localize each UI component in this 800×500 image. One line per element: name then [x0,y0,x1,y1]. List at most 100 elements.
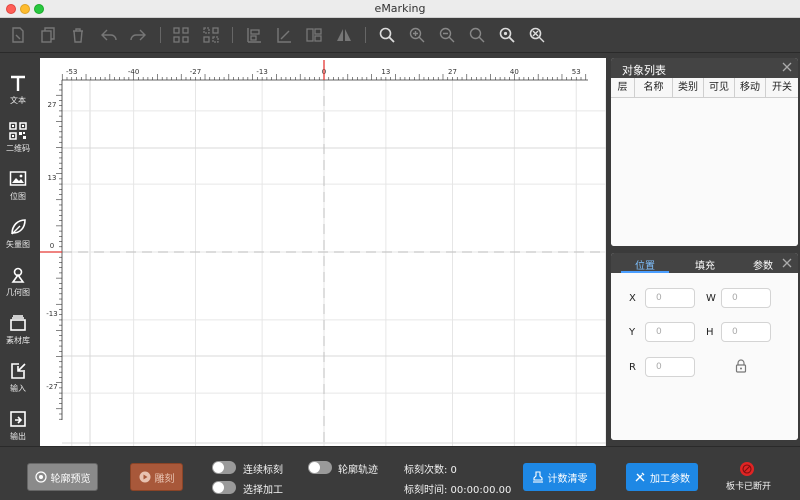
window-title: eMarking [374,2,426,15]
y-field[interactable]: 0 [645,322,695,342]
close-icon[interactable] [781,257,793,269]
group-icon[interactable] [170,24,192,46]
column-header: 名称 [635,78,673,97]
align-icon[interactable] [243,24,265,46]
w-label: W [706,293,716,304]
object-table-header: 层 名称 类别 可见 移动 开关 [611,78,798,98]
title-bar: eMarking [0,0,800,18]
column-header: 可见 [704,78,735,97]
ruler-label: 40 [510,68,519,76]
properties-panel: 位置 填充 参数 X 0 W 0 Y 0 H 0 R 0 [611,253,798,440]
vector-icon [11,219,26,235]
ruler-label: -13 [256,68,267,76]
play-icon [139,471,150,483]
sidebar-item-label: 位图 [10,192,26,201]
ruler-label: 27 [448,68,457,76]
sidebar-item-label: 输入 [10,384,26,393]
engrave-button[interactable]: 雕刻 [130,463,183,491]
process-params-label: 加工参数 [650,473,690,485]
object-list-header: 对象列表 [611,58,798,78]
sidebar-item-label: 文本 [10,96,26,105]
board-status: 板卡已断开 [726,462,771,492]
column-header: 层 [611,78,635,97]
sidebar-item-geometry[interactable]: 几何图 [0,260,36,304]
canvas-ruler-grid: -53-40-27-1301327405327130-13-27 [40,58,606,446]
object-table: 层 名称 类别 可见 移动 开关 [611,78,798,246]
outline-track-toggle[interactable] [308,461,332,474]
sidebar-item-label: 二维码 [6,144,30,153]
h-field[interactable]: 0 [721,322,771,342]
distribute-icon[interactable] [273,24,295,46]
tab-fill[interactable]: 填充 [695,257,715,272]
outline-preview-label: 轮廓预览 [50,473,91,485]
x-field[interactable]: 0 [645,288,695,308]
lock-icon[interactable] [735,359,747,373]
select-process-toggle[interactable] [212,481,236,494]
geometry-icon [11,267,25,283]
redo-icon[interactable] [127,24,149,46]
select-process-label: 选择加工 [243,485,283,496]
outline-preview-button[interactable]: 轮廓预览 [27,463,98,491]
delete-icon[interactable] [67,24,89,46]
continuous-mark-label: 连续标刻 [243,465,283,476]
sidebar-item-label: 矢量图 [6,240,30,249]
ruler-label: -27 [46,383,57,391]
r-field[interactable]: 0 [645,357,695,377]
stamp-icon [532,471,543,483]
properties-tabs: 位置 填充 参数 [611,253,798,273]
x-label: X [629,293,636,304]
export-icon [10,411,26,427]
copy-icon[interactable] [37,24,59,46]
disconnected-icon [740,462,754,476]
h-label: H [706,327,714,338]
ruler-label: -27 [190,68,201,76]
ruler-label: -53 [66,68,77,76]
toolbar [0,18,800,53]
process-params-button[interactable]: 加工参数 [626,463,698,491]
sidebar-item-material-library[interactable]: 素材库 [0,308,36,352]
zoom-reset-icon[interactable] [466,24,488,46]
engrave-label: 雕刻 [154,473,175,485]
sidebar-item-bitmap[interactable]: 位图 [0,164,36,208]
new-file-icon[interactable] [7,24,29,46]
tab-params[interactable]: 参数 [753,257,773,272]
continuous-mark-toggle[interactable] [212,461,236,474]
column-header: 开关 [772,82,792,93]
column-header: 移动 [735,78,766,97]
ruler-label: 0 [50,242,54,250]
object-list-panel: 对象列表 层 名称 类别 可见 移动 开关 [611,58,798,246]
ruler-label: 27 [48,101,57,109]
undo-icon[interactable] [98,24,120,46]
ruler-label: -13 [46,310,57,318]
ruler-label: 13 [48,174,57,182]
w-field[interactable]: 0 [721,288,771,308]
tools-icon [635,472,645,482]
tab-position[interactable]: 位置 [635,257,655,272]
zoom-fit-icon[interactable] [496,24,518,46]
sidebar-item-label: 输出 [10,432,26,441]
sidebar-item-import[interactable]: 输入 [0,356,36,400]
sidebar-item-label: 素材库 [6,336,30,345]
sidebar-item-vector[interactable]: 矢量图 [0,212,36,256]
layout-icon[interactable] [303,24,325,46]
zoom-in-icon[interactable] [406,24,428,46]
zoom-out-icon[interactable] [436,24,458,46]
sidebar-item-export[interactable]: 输出 [0,404,36,448]
ruler-label: 13 [381,68,390,76]
design-canvas[interactable]: -53-40-27-1301327405327130-13-27 [40,58,606,446]
search-icon[interactable] [376,24,398,46]
mirror-icon[interactable] [333,24,355,46]
reset-count-button[interactable]: 计数清零 [523,463,596,491]
reset-count-label: 计数清零 [547,473,588,485]
sidebar-item-text[interactable]: 文本 [0,68,36,112]
tool-sidebar: 文本 二维码 位图 矢量图 几何图 素材库 输入 输出 [0,54,36,446]
object-list-title: 对象列表 [622,64,666,77]
y-label: Y [629,327,636,338]
ungroup-icon[interactable] [200,24,222,46]
ruler-label: 53 [572,68,581,76]
sidebar-item-qrcode[interactable]: 二维码 [0,116,36,160]
text-icon [11,75,25,91]
zoom-selection-icon[interactable] [526,24,548,46]
close-icon[interactable] [781,61,793,73]
outline-track-label: 轮廓轨迹 [338,465,378,476]
